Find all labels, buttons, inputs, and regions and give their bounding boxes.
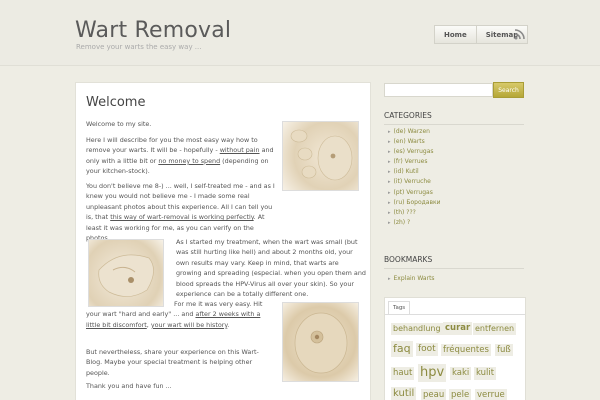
bookmarks-title: BOOKMARKS [384, 255, 433, 264]
post-content: Welcome Welcome to my site. Here I will … [75, 82, 371, 400]
category-item[interactable]: ▸ (id) Kutil [388, 167, 441, 177]
tag-link[interactable]: fuß [495, 344, 513, 356]
arrow-icon: ▸ [388, 189, 391, 196]
bookmarks-list: ▸ Explain Warts [388, 274, 435, 284]
tag-link[interactable]: kaki [450, 367, 472, 380]
category-item[interactable]: ▸ (en) Warts [388, 137, 441, 147]
wart-foot-photo-2 [88, 239, 164, 307]
bookmark-item[interactable]: ▸ Explain Warts [388, 274, 435, 284]
category-item[interactable]: ▸ (pt) Verrugas [388, 188, 441, 198]
tag-link[interactable]: kutil [391, 387, 417, 400]
category-item[interactable]: ▸ (de) Warzen [388, 127, 441, 137]
arrow-icon: ▸ [388, 199, 391, 206]
category-item[interactable]: ▸ (ru) Бородавки [388, 198, 441, 208]
nav-home[interactable]: Home [434, 25, 477, 44]
foot-sketch [290, 129, 353, 181]
tag-link[interactable]: kulit [474, 367, 497, 380]
search-button[interactable]: Search [493, 82, 524, 98]
tag-link[interactable]: haut [391, 367, 415, 380]
link-wart-removal-working[interactable]: this way of wart-removal is working perf… [110, 213, 253, 221]
arrow-icon: ▸ [388, 169, 391, 176]
post-paragraph-5: But nevertheless, share your experience … [86, 348, 259, 377]
bookmarks-divider [384, 268, 524, 269]
post-paragraph-3: As I started my treatment, when the wart… [176, 238, 366, 299]
post-intro: Welcome to my site. [86, 120, 152, 128]
category-item[interactable]: ▸ (it) Verruche [388, 177, 441, 187]
post-paragraph-6: Thank you and have fun ... [86, 382, 172, 390]
site-description: Remove your warts the easy way ... [76, 43, 202, 51]
search-input[interactable] [384, 83, 493, 97]
categories-divider [384, 124, 524, 125]
foot-sketch [98, 254, 154, 297]
arrow-icon: ▸ [388, 179, 391, 186]
categories-list: ▸ (de) Warzen ▸ (en) Warts ▸ (es) Verrugas … [388, 127, 441, 228]
wart-foot-photo-3 [282, 302, 359, 382]
tag-cloud-widget: Tags behandlung curar entfernen faq foot… [384, 297, 526, 400]
arrow-icon: ▸ [388, 219, 391, 226]
tag-link[interactable]: behandlung [391, 323, 443, 335]
site-title[interactable]: Wart Removal [75, 18, 231, 43]
tag-link[interactable]: pele [449, 389, 472, 400]
arrow-icon: ▸ [388, 139, 391, 146]
tab-divider [385, 314, 525, 315]
categories-title: CATEGORIES [384, 111, 432, 120]
tab-tags[interactable]: Tags [388, 301, 411, 314]
link-wart-history[interactable]: your wart will be history [151, 321, 227, 329]
post-paragraph-1: Here I will describe for you the most ea… [86, 136, 274, 176]
arrow-icon: ▸ [388, 209, 391, 216]
category-item[interactable]: ▸ (fr) Verrues [388, 157, 441, 167]
category-item[interactable]: ▸ (es) Verrugas [388, 147, 441, 157]
tag-link[interactable]: hpv [418, 364, 447, 382]
tag-link[interactable]: entfernen [473, 323, 517, 335]
foot-sketch [294, 312, 348, 374]
arrow-icon: ▸ [388, 276, 391, 282]
arrow-icon: ▸ [388, 159, 391, 166]
post-paragraph-2: You don't believe me 8-) ... well, I sel… [86, 182, 275, 242]
wart-foot-photo-1 [282, 121, 359, 191]
category-item[interactable]: ▸ (th) ??? [388, 208, 441, 218]
tag-link[interactable]: faq [391, 341, 413, 357]
link-without-pain[interactable]: without pain [220, 146, 260, 154]
tag-link[interactable]: foot [416, 343, 438, 356]
tag-link[interactable]: verrue [475, 389, 507, 400]
tag-link[interactable]: peau [421, 389, 447, 400]
tag-link[interactable]: curar [443, 322, 473, 335]
category-item[interactable]: ▸ (zh) ? [388, 218, 441, 228]
post-title[interactable]: Welcome [86, 95, 145, 110]
rss-icon[interactable] [514, 29, 525, 40]
link-no-money[interactable]: no money to spend [158, 157, 220, 165]
tag-link[interactable]: fréquentes [441, 344, 491, 356]
arrow-icon: ▸ [388, 129, 391, 135]
arrow-icon: ▸ [388, 149, 391, 156]
